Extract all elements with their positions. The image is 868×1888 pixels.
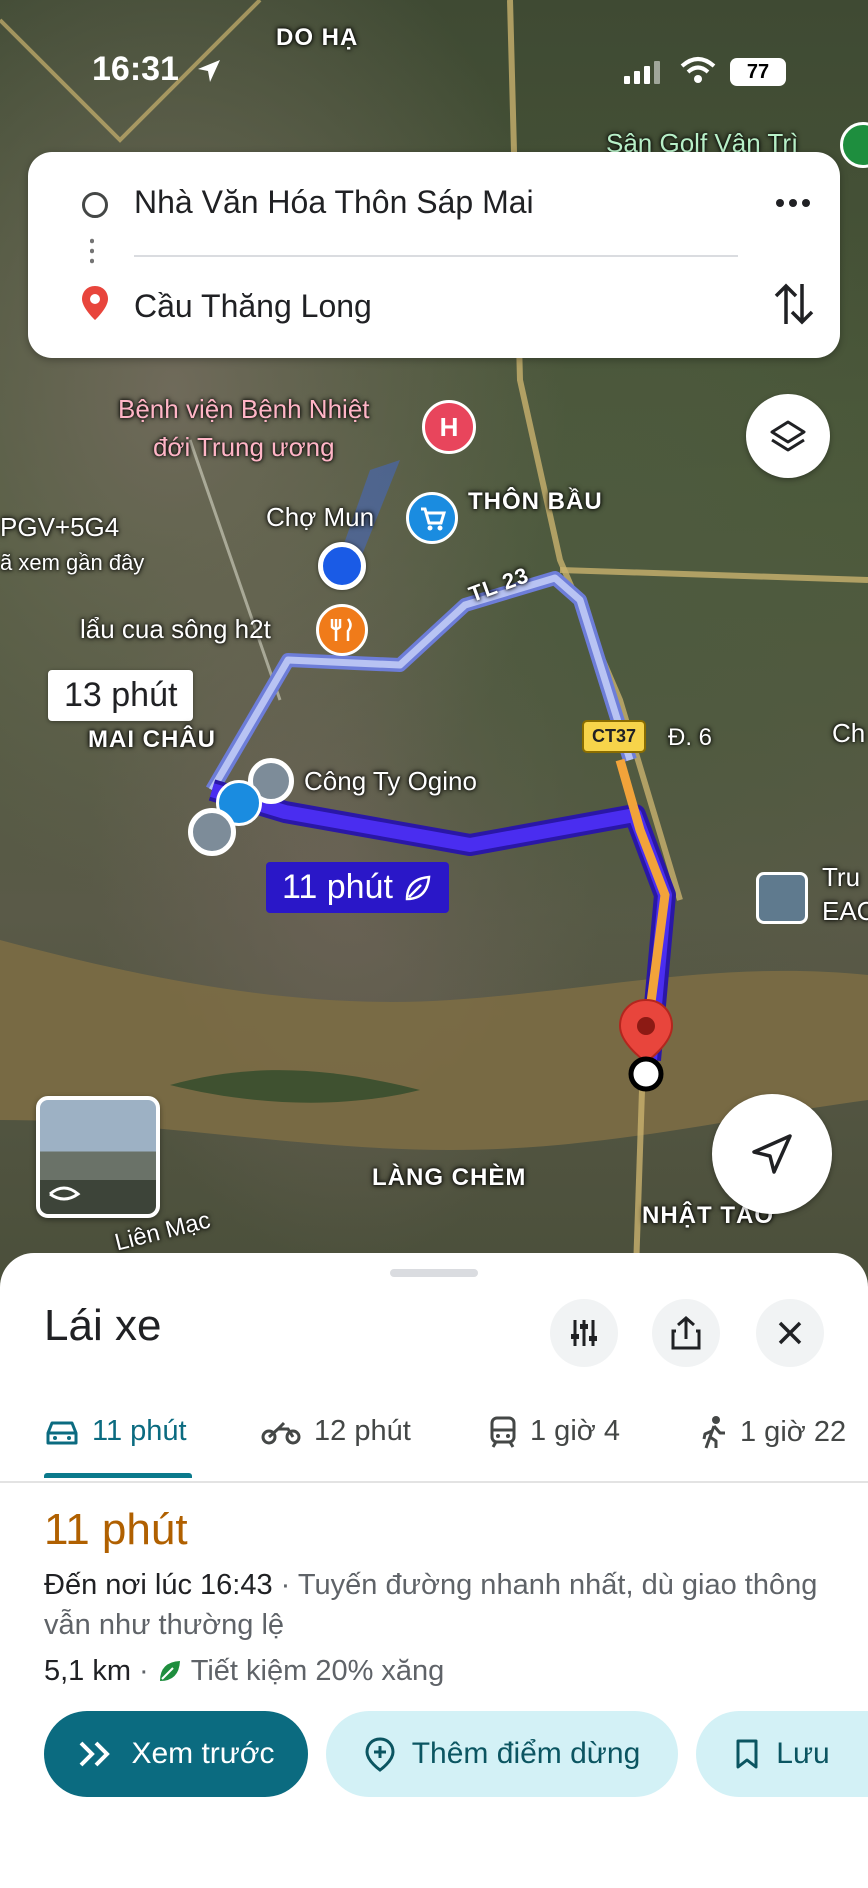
primary-route-time-label: 11 phút [282, 868, 393, 906]
mode-tab-motorcycle-label: 12 phút [314, 1415, 411, 1447]
share-icon [671, 1316, 701, 1350]
walking-icon [702, 1416, 725, 1449]
mode-tab-walking[interactable]: 1 giờ 22 [700, 1415, 846, 1449]
map-label-cho-mun[interactable]: Chợ Mun [266, 502, 374, 533]
share-button[interactable] [652, 1299, 720, 1367]
destination-pin-icon[interactable] [616, 998, 676, 1094]
destination-input[interactable]: Cầu Thăng Long [134, 288, 372, 325]
add-stop-button-label: Thêm điểm dừng [411, 1737, 641, 1770]
swap-directions-icon[interactable] [772, 280, 816, 328]
layers-icon [770, 420, 806, 452]
fuel-savings: Tiết kiệm 20% xăng [190, 1655, 445, 1687]
directions-sheet: Lái xe 11 phút 12 phút 1 giờ 4 1 giờ 22 … [0, 1253, 868, 1888]
mode-tab-driving[interactable]: 11 phút [44, 1415, 187, 1448]
add-stop-button[interactable]: Thêm điểm dừng [326, 1711, 678, 1797]
add-location-icon [365, 1737, 395, 1772]
route-dots-icon [90, 236, 94, 268]
motorcycle-icon [261, 1421, 301, 1444]
map-label-cong-ty[interactable]: Công Ty Ogino [304, 766, 477, 797]
train-icon [490, 1416, 516, 1448]
origin-circle-icon [82, 192, 108, 218]
mode-tab-transit[interactable]: 1 giờ 4 [488, 1415, 620, 1448]
current-location-dot [318, 542, 366, 590]
restaurant-icon[interactable] [316, 604, 368, 656]
save-button-label: Lưu [776, 1737, 830, 1770]
road-shield-ct37: CT37 [582, 720, 647, 753]
map-label-hospital[interactable]: Bệnh viện Bệnh Nhiệt đới Trung ương [118, 390, 370, 466]
wifi-icon [680, 57, 716, 83]
mode-tab-transit-label: 1 giờ 4 [530, 1415, 620, 1447]
map-label-d6: Đ. 6 [668, 724, 713, 751]
alternate-route-time[interactable]: 13 phút [48, 670, 194, 721]
double-chevron-right-icon [80, 1741, 111, 1767]
navigation-arrow-icon [752, 1134, 792, 1174]
bookmark-icon [736, 1739, 758, 1769]
cellular-signal-icon [624, 61, 660, 84]
map-label-do-ha: DO HẠ [276, 24, 359, 51]
route-stats: 5,1 km · Tiết kiệm 20% xăng [44, 1651, 444, 1691]
close-button[interactable] [756, 1299, 824, 1367]
school-icon[interactable] [756, 872, 808, 924]
location-arrow-icon [198, 60, 220, 82]
map-label-lau-cua[interactable]: lẩu cua sông h2t [80, 614, 271, 645]
route-description: Đến nơi lúc 16:43 · Tuyến đường nhanh nh… [44, 1565, 824, 1645]
inputs-divider [134, 255, 738, 257]
map-label-thon-bau: THÔN BẦU [468, 488, 603, 515]
map-label-recent: ã xem gần đây [0, 550, 145, 575]
map-label-eac: EAC [822, 896, 868, 926]
preview-button-label: Xem trước [131, 1737, 275, 1770]
sheet-drag-handle[interactable] [390, 1269, 478, 1277]
recenter-button[interactable] [712, 1094, 832, 1214]
origin-input[interactable]: Nhà Văn Hóa Thôn Sáp Mai [134, 184, 534, 221]
origin-marker[interactable] [188, 808, 236, 856]
eco-leaf-icon [159, 1661, 180, 1681]
arrival-time: Đến nơi lúc 16:43 [44, 1569, 273, 1601]
dot-separator: · [139, 1655, 149, 1687]
map-label-ch: Ch [832, 718, 866, 748]
map-label-plus-code: PGV+5G4 [0, 512, 120, 542]
preview-button[interactable]: Xem trước [44, 1711, 308, 1797]
active-tab-indicator [44, 1473, 192, 1478]
save-button[interactable]: Lưu [696, 1711, 868, 1797]
car-icon [46, 1421, 78, 1444]
street-view-rotate-icon [49, 1186, 81, 1201]
tabs-divider [0, 1481, 868, 1483]
destination-pin-small-icon [82, 286, 108, 320]
mode-tab-walking-label: 1 giờ 22 [740, 1415, 847, 1448]
map-label-mai-chau: MAI CHÂU [88, 726, 216, 753]
map-label-tru: Tru [822, 862, 861, 892]
more-options-button[interactable] [768, 178, 818, 228]
directions-card: Nhà Văn Hóa Thôn Sáp Mai Cầu Thăng Long [28, 152, 840, 358]
route-duration: 11 phút [44, 1505, 188, 1554]
mode-tab-driving-label: 11 phút [92, 1415, 187, 1447]
close-icon [778, 1321, 802, 1345]
tune-icon [571, 1320, 597, 1346]
primary-route-time[interactable]: 11 phút [266, 862, 449, 913]
mode-tab-motorcycle[interactable]: 12 phút [260, 1415, 411, 1448]
status-time: 16:31 [92, 50, 179, 88]
shopping-cart-icon[interactable] [406, 492, 458, 544]
leaf-icon [405, 875, 431, 900]
layers-button[interactable] [746, 394, 830, 478]
map-label-lang-chem: LÀNG CHÈM [372, 1164, 527, 1191]
sheet-title: Lái xe [44, 1301, 162, 1350]
street-view-thumbnail[interactable] [36, 1096, 160, 1218]
route-options-button[interactable] [550, 1299, 618, 1367]
battery-indicator: 77 [730, 58, 786, 86]
route-distance: 5,1 km [44, 1655, 132, 1687]
hospital-icon[interactable]: H [422, 400, 476, 454]
